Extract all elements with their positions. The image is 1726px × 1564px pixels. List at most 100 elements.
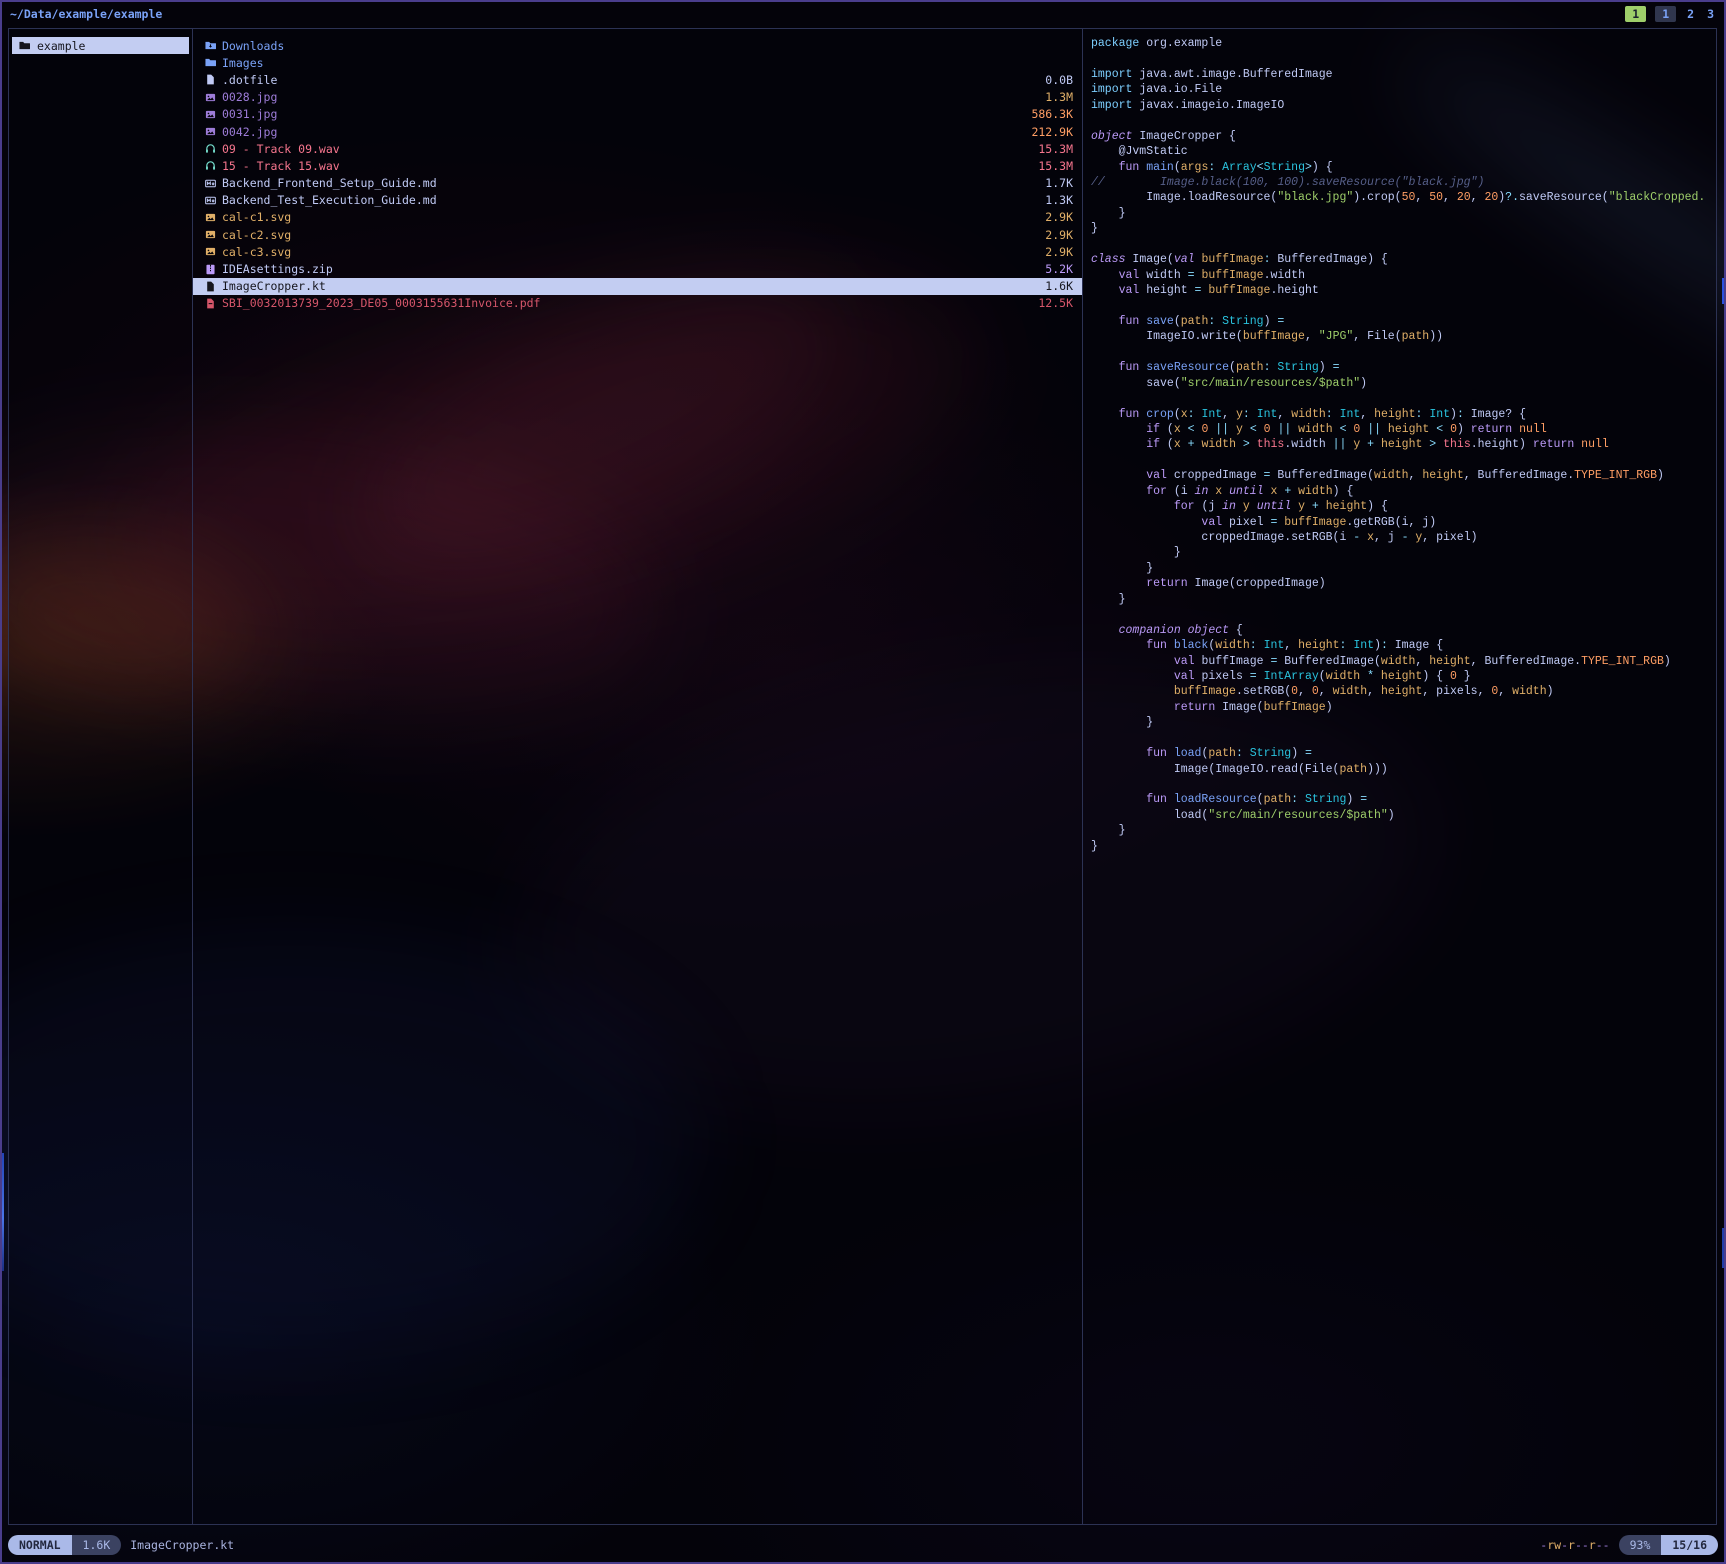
status-right: -rw-r--r-- 93% 15/16: [1540, 1535, 1718, 1555]
file-size: 1.3K: [1045, 193, 1073, 207]
image-icon: [205, 92, 222, 103]
file-size: 2.9K: [1045, 210, 1073, 224]
tab-2[interactable]: 1: [1655, 6, 1676, 22]
pdf-icon: [205, 298, 222, 309]
code-line: }: [1091, 592, 1716, 607]
code-line: import javax.imageio.ImageIO: [1091, 98, 1716, 113]
file-row[interactable]: Backend_Frontend_Setup_Guide.md 1.7K: [193, 175, 1082, 192]
code-preview: package org.example import java.awt.imag…: [1083, 29, 1716, 854]
file-size: 1.6K: [1045, 279, 1073, 293]
terminal-window: ~/Data/example/example 1123 example Down…: [0, 0, 1726, 1564]
code-line: @JvmStatic: [1091, 144, 1716, 159]
file-size: 2.9K: [1045, 228, 1073, 242]
file-size: 15.3M: [1038, 142, 1073, 156]
file-size: 2.9K: [1045, 245, 1073, 259]
folder-icon: [205, 57, 222, 68]
code-line: fun save(path: String) =: [1091, 314, 1716, 329]
file-row[interactable]: 0028.jpg 1.3M: [193, 89, 1082, 106]
file-name: Backend_Frontend_Setup_Guide.md: [222, 176, 437, 190]
code-line: load("src/main/resources/$path"): [1091, 808, 1716, 823]
code-line: [1091, 391, 1716, 406]
code-line: val croppedImage = BufferedImage(width, …: [1091, 468, 1716, 483]
markdown-icon: [205, 178, 222, 189]
code-line: companion object {: [1091, 623, 1716, 638]
file-name: Backend_Test_Execution_Guide.md: [222, 193, 437, 207]
file-name: cal-c3.svg: [222, 245, 291, 259]
parent-directory-list: example: [9, 29, 192, 54]
code-line: package org.example: [1091, 36, 1716, 51]
tab-3[interactable]: 2: [1685, 6, 1696, 22]
archive-icon: [205, 264, 222, 275]
pane-container: example Downloads Images .dotfile 0.0B 0028.…: [8, 28, 1717, 1525]
file-row[interactable]: 0031.jpg586.3K: [193, 106, 1082, 123]
file-size: 0.0B: [1045, 73, 1073, 87]
file-name: cal-c2.svg: [222, 228, 291, 242]
file-name: 09 - Track 09.wav: [222, 142, 340, 156]
file-row[interactable]: 0042.jpg212.9K: [193, 123, 1082, 140]
parent-directory-pane: example: [8, 28, 193, 1525]
code-line: }: [1091, 206, 1716, 221]
code-line: [1091, 51, 1716, 66]
file-row[interactable]: Downloads: [193, 37, 1082, 54]
code-line: }: [1091, 221, 1716, 236]
file-row[interactable]: Images: [193, 54, 1082, 71]
file-row[interactable]: .dotfile 0.0B: [193, 71, 1082, 88]
file-row[interactable]: SBI_0032013739_2023_DE05_0003155631Invoi…: [193, 295, 1082, 312]
code-icon: [205, 281, 222, 292]
file-size: 1.3M: [1045, 90, 1073, 104]
file-row[interactable]: Backend_Test_Execution_Guide.md 1.3K: [193, 192, 1082, 209]
code-line: }: [1091, 545, 1716, 560]
code-line: class Image(val buffImage: BufferedImage…: [1091, 252, 1716, 267]
code-line: }: [1091, 823, 1716, 838]
image-icon: [205, 246, 222, 257]
code-line: for (i in x until x + width) {: [1091, 484, 1716, 499]
file-row[interactable]: 15 - Track 15.wav15.3M: [193, 157, 1082, 174]
breadcrumb-path: ~/Data/example/example: [10, 7, 162, 21]
file-row[interactable]: IDEAsettings.zip5.2K: [193, 260, 1082, 277]
sidebar-item-label: example: [37, 39, 85, 53]
tab-4[interactable]: 3: [1705, 6, 1716, 22]
tab-1[interactable]: 1: [1625, 6, 1646, 22]
code-line: save("src/main/resources/$path"): [1091, 376, 1716, 391]
code-line: fun load(path: String) =: [1091, 746, 1716, 761]
code-line: [1091, 453, 1716, 468]
file-name: Images: [222, 56, 264, 70]
status-filename: ImageCropper.kt: [130, 1538, 234, 1552]
file-permissions: -rw-r--r--: [1540, 1538, 1609, 1552]
file-name: 15 - Track 15.wav: [222, 159, 340, 173]
code-line: [1091, 113, 1716, 128]
file-name: .dotfile: [222, 73, 277, 87]
status-bar: NORMAL 1.6K ImageCropper.kt -rw-r--r-- 9…: [8, 1534, 1718, 1556]
file-row[interactable]: cal-c3.svg 2.9K: [193, 243, 1082, 260]
header-bar: ~/Data/example/example 1123: [10, 4, 1716, 24]
code-line: return Image(buffImage): [1091, 700, 1716, 715]
code-line: croppedImage.setRGB(i - x, j - y, pixel): [1091, 530, 1716, 545]
file-row[interactable]: ImageCropper.kt 1.6K: [193, 278, 1082, 295]
code-line: val width = buffImage.width: [1091, 268, 1716, 283]
tab-bar: 1123: [1625, 6, 1716, 22]
file-name: Downloads: [222, 39, 284, 53]
mode-indicator: NORMAL: [8, 1535, 72, 1555]
file-name: 0031.jpg: [222, 107, 277, 121]
file-size: 1.7K: [1045, 176, 1073, 190]
sidebar-item-example[interactable]: example: [12, 37, 189, 54]
code-line: }: [1091, 561, 1716, 576]
code-line: // Image.black(100, 100).saveResource("b…: [1091, 175, 1716, 190]
code-line: object ImageCropper {: [1091, 129, 1716, 144]
markdown-icon: [205, 195, 222, 206]
code-line: for (j in y until y + height) {: [1091, 499, 1716, 514]
code-line: return Image(croppedImage): [1091, 576, 1716, 591]
image-icon: [205, 126, 222, 137]
image-icon: [205, 109, 222, 120]
file-name: IDEAsettings.zip: [222, 262, 333, 276]
file-name: SBI_0032013739_2023_DE05_0003155631Invoi…: [222, 296, 541, 310]
file-row[interactable]: cal-c1.svg2.9K: [193, 209, 1082, 226]
file-name: 0028.jpg: [222, 90, 277, 104]
code-line: fun main(args: Array<String>) {: [1091, 160, 1716, 175]
code-line: import java.io.File: [1091, 82, 1716, 97]
code-line: }: [1091, 715, 1716, 730]
file-name: ImageCropper.kt: [222, 279, 326, 293]
file-row[interactable]: 09 - Track 09.wav 15.3M: [193, 140, 1082, 157]
audio-icon: [205, 143, 222, 154]
file-row[interactable]: cal-c2.svg 2.9K: [193, 226, 1082, 243]
